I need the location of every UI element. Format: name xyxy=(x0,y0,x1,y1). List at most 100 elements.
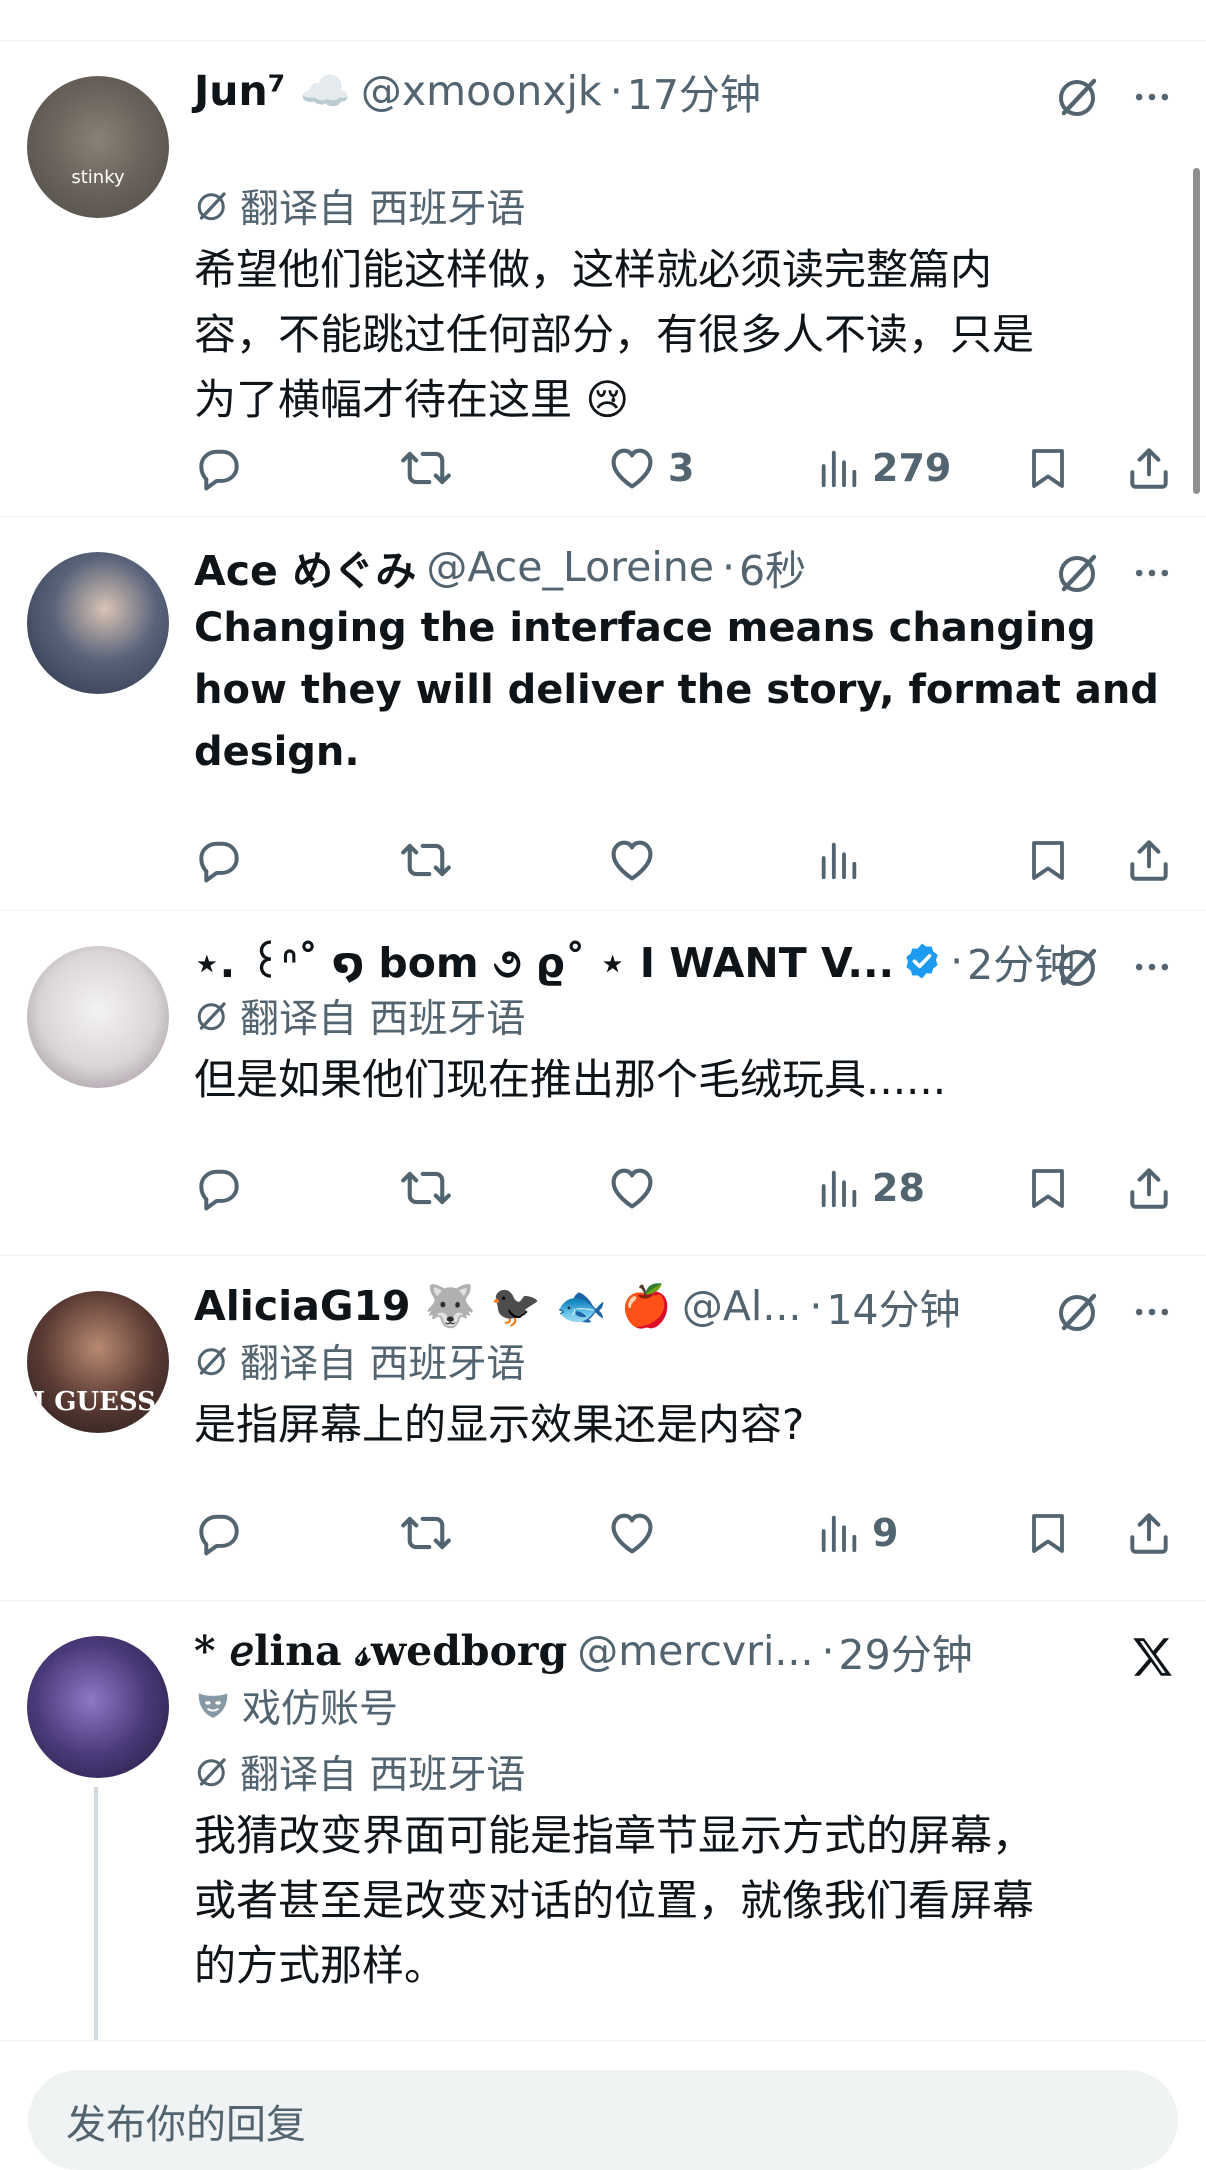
separator: · xyxy=(950,937,964,985)
tweet-card[interactable]: ⋆. ꒰ᐢ˚ ໑ bom ૭ ϱ˚ ⋆ I WANT V... · 2分钟 翻译… xyxy=(0,911,1206,1256)
avatar[interactable]: I GUESS xyxy=(27,1291,169,1433)
display-name[interactable]: ⋆. ꒰ᐢ˚ ໑ bom ૭ ϱ˚ ⋆ I WANT V... xyxy=(194,934,894,988)
views-icon xyxy=(816,1510,862,1556)
user-handle[interactable]: @Al... xyxy=(682,1282,802,1330)
tweet-header: Ace めぐみ @Ace_Loreine · 6秒 xyxy=(194,541,806,595)
translated-label[interactable]: 翻译自 西班牙语 xyxy=(194,1336,526,1387)
bookmark-button[interactable] xyxy=(1024,1164,1072,1212)
tweet-text: 我猜改变界面可能是指章节显示方式的屏幕， 或者甚至是改变对话的位置，就像我们看屏… xyxy=(194,1803,1178,1998)
bookmark-icon xyxy=(1024,836,1072,884)
share-button[interactable] xyxy=(1124,835,1174,885)
share-button[interactable] xyxy=(1124,1163,1174,1213)
retweet-button[interactable] xyxy=(400,442,452,494)
user-handle[interactable]: @mercvri... xyxy=(577,1627,813,1675)
share-button[interactable] xyxy=(1124,1508,1174,1558)
tweet-text-line: 是指屏幕上的显示效果还是内容? xyxy=(194,1400,805,1449)
retweet-button[interactable] xyxy=(400,1162,452,1214)
tweet-card[interactable]: * 𝑒lina 𝓈wedborg @mercvri... · 29分钟 戏仿账号… xyxy=(0,1601,1206,2041)
like-button[interactable]: 3 xyxy=(606,442,694,494)
grok-icon[interactable] xyxy=(1052,547,1104,599)
retweet-button[interactable] xyxy=(400,1507,452,1559)
timestamp[interactable]: 29分钟 xyxy=(839,1621,973,1681)
share-icon xyxy=(1124,1163,1174,1213)
like-button[interactable] xyxy=(606,1162,658,1214)
views-button[interactable] xyxy=(816,837,862,883)
bookmark-button[interactable] xyxy=(1024,1509,1072,1557)
reply-icon xyxy=(194,443,244,493)
more-icon[interactable] xyxy=(1126,1286,1178,1338)
reply-button[interactable] xyxy=(194,835,244,885)
tweet-card[interactable]: stinky Jun⁷ ☁️ @xmoonxjk · 17分钟 翻译自 西班牙语… xyxy=(0,41,1206,517)
translated-label-text: 翻译自 西班牙语 xyxy=(240,1753,526,1798)
timestamp[interactable]: 17分钟 xyxy=(627,61,761,121)
bookmark-button[interactable] xyxy=(1024,836,1072,884)
parody-label-text: 戏仿账号 xyxy=(242,1687,399,1732)
thread-line xyxy=(94,1787,98,2040)
views-button[interactable]: 279 xyxy=(816,445,951,491)
grok-icon xyxy=(194,1343,230,1379)
tweet-header: Jun⁷ ☁️ @xmoonxjk · 17分钟 xyxy=(194,65,761,120)
timestamp[interactable]: 6秒 xyxy=(739,537,806,597)
x-logo-icon[interactable] xyxy=(1126,1631,1178,1683)
verified-badge-icon xyxy=(902,941,942,981)
translated-label[interactable]: 翻译自 西班牙语 xyxy=(194,181,525,232)
action-bar: 28 xyxy=(194,1158,1178,1218)
display-name[interactable]: * 𝑒lina 𝓈wedborg xyxy=(194,1627,567,1676)
share-icon xyxy=(1124,443,1174,493)
more-icon[interactable] xyxy=(1126,547,1178,599)
display-name[interactable]: AliciaG19 🐺 🐦‍⬛ 🐟 🍎 xyxy=(194,1282,672,1331)
reply-placeholder: 发布你的回复 xyxy=(66,2102,306,2148)
reply-input[interactable]: 发布你的回复 xyxy=(28,2070,1178,2170)
tweet-text-line: 容，不能跳过任何部分，有很多人不读，只是 xyxy=(194,310,1035,359)
action-bar xyxy=(194,830,1178,890)
views-icon xyxy=(816,1165,862,1211)
reply-button[interactable] xyxy=(194,443,244,493)
display-name[interactable]: Ace めぐみ xyxy=(194,537,416,597)
views-button[interactable]: 28 xyxy=(816,1165,925,1211)
tweet-card[interactable]: Ace めぐみ @Ace_Loreine · 6秒 Changing the i… xyxy=(0,517,1206,911)
bookmark-button[interactable] xyxy=(1024,444,1072,492)
grok-icon[interactable] xyxy=(1052,1286,1104,1338)
reply-button[interactable] xyxy=(194,1163,244,1213)
avatar[interactable] xyxy=(27,552,169,694)
grok-icon xyxy=(194,1754,230,1790)
like-button[interactable] xyxy=(606,1507,658,1559)
translated-label-text: 翻译自 西班牙语 xyxy=(240,1342,526,1387)
retweet-button[interactable] xyxy=(400,834,452,886)
more-icon[interactable] xyxy=(1126,941,1178,993)
bookmark-icon xyxy=(1024,444,1072,492)
tweet-text-line: 希望他们能这样做，这样就必须读完整篇内 xyxy=(194,245,993,294)
tweet-text-line: Changing the interface means changing xyxy=(194,605,1096,651)
like-button[interactable] xyxy=(606,834,658,886)
views-icon xyxy=(816,445,862,491)
avatar[interactable] xyxy=(27,1636,169,1778)
avatar[interactable] xyxy=(27,946,169,1088)
tweet-text-line: 为了横幅才待在这里 😢 xyxy=(194,375,630,424)
view-count: 279 xyxy=(872,446,952,490)
like-count: 3 xyxy=(668,446,695,490)
tweet-text-line: how they will deliver the story, format … xyxy=(194,667,1159,713)
user-handle[interactable]: @xmoonxjk xyxy=(361,67,602,115)
tweet-text: 但是如果他们现在推出那个毛绒玩具...... xyxy=(194,1047,1178,1112)
tweet-text-line: 的方式那样。 xyxy=(194,1941,447,1990)
grok-icon[interactable] xyxy=(1052,71,1104,123)
user-handle[interactable]: @Ace_Loreine xyxy=(426,543,714,591)
tweet-header: * 𝑒lina 𝓈wedborg @mercvri... · 29分钟 xyxy=(194,1625,973,1680)
share-button[interactable] xyxy=(1124,443,1174,493)
separator: · xyxy=(821,1627,835,1675)
timestamp[interactable]: 14分钟 xyxy=(826,1276,960,1336)
views-icon xyxy=(816,837,862,883)
views-button[interactable]: 9 xyxy=(816,1510,898,1556)
display-name[interactable]: Jun⁷ ☁️ xyxy=(194,67,351,116)
tweet-card[interactable]: I GUESS AliciaG19 🐺 🐦‍⬛ 🐟 🍎 @Al... · 14分… xyxy=(0,1256,1206,1601)
translated-label[interactable]: 翻译自 西班牙语 xyxy=(194,991,525,1042)
reply-icon xyxy=(194,1508,244,1558)
more-icon[interactable] xyxy=(1126,71,1178,123)
scrollbar[interactable] xyxy=(1193,168,1200,494)
avatar[interactable]: stinky xyxy=(27,76,169,218)
grok-icon[interactable] xyxy=(1052,941,1104,993)
reply-button[interactable] xyxy=(194,1508,244,1558)
tweet-header: ⋆. ꒰ᐢ˚ ໑ bom ૭ ϱ˚ ⋆ I WANT V... · 2分钟 xyxy=(194,934,1075,989)
translated-label[interactable]: 翻译自 西班牙语 xyxy=(194,1747,526,1798)
retweet-icon xyxy=(400,442,452,494)
